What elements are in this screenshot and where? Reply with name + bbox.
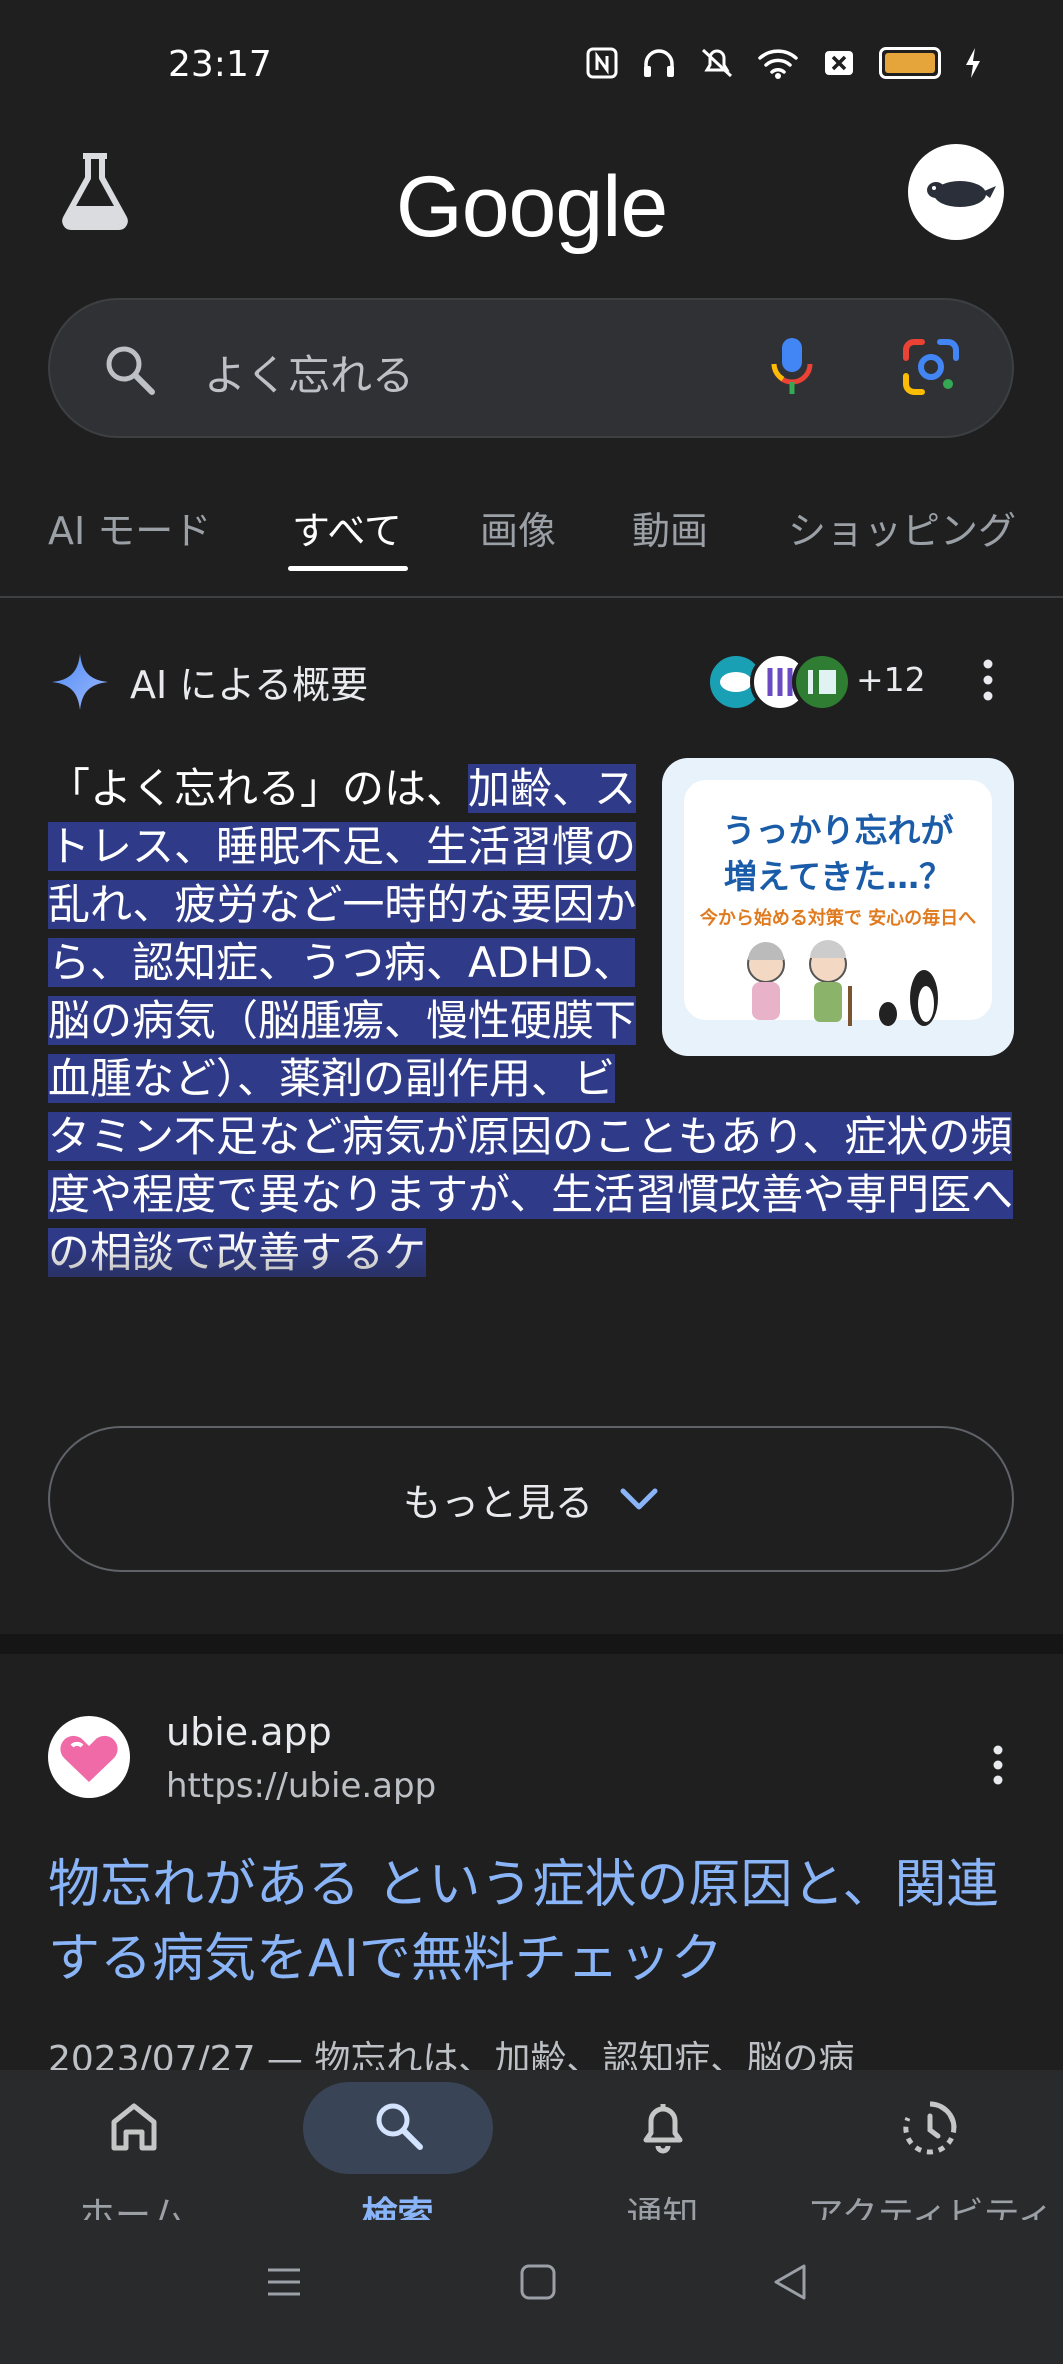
gemini-sparkle-icon: [52, 654, 108, 710]
thumbnail-spacer: [656, 760, 1028, 1060]
activity-icon: [903, 2101, 957, 2155]
nav-activity[interactable]: アクティビティ: [798, 2070, 1063, 2236]
more-vert-icon[interactable]: [976, 656, 1000, 704]
search-tabs: AI モード すべて 画像 動画 ショッピング: [0, 500, 1063, 598]
nav-home[interactable]: ホーム: [0, 2070, 265, 2236]
text-fade-overlay: [0, 1240, 1063, 1420]
tab-videos[interactable]: 動画: [632, 500, 708, 555]
account-avatar[interactable]: [908, 144, 1004, 240]
home-button-icon[interactable]: [518, 2262, 558, 2302]
back-icon[interactable]: [770, 2262, 810, 2302]
heart-icon: [60, 1735, 118, 1782]
ai-overview-text: 「よく忘れる」のは、加齢、ストレス、睡眠不足、生活習慣の乱れ、疲労など一時的な要…: [48, 760, 1028, 1282]
status-bar: 23:17: [0, 0, 1063, 130]
microphone-icon[interactable]: [764, 332, 820, 402]
google-logo: Google: [395, 159, 668, 255]
show-more-label: もっと見る: [402, 1480, 593, 1525]
result-site-name[interactable]: ubie.app: [166, 1710, 332, 1754]
search-icon: [106, 346, 155, 395]
result-url[interactable]: https://ubie.app: [166, 1766, 436, 1806]
status-time: 23:17: [168, 44, 272, 85]
tab-shopping[interactable]: ショッピング: [788, 500, 1016, 555]
source-favicons[interactable]: [704, 650, 854, 714]
active-tab-indicator: [288, 566, 408, 571]
google-lens-icon[interactable]: [900, 336, 962, 398]
nfc-icon: [586, 47, 618, 79]
result-title-link[interactable]: 物忘れがある という症状の原因と、関連する病気をAIで無料チェック: [48, 1848, 1038, 1996]
source-count[interactable]: +12: [856, 660, 926, 699]
recents-icon[interactable]: [264, 2262, 304, 2302]
bottom-navigation: ホーム 検索 通知 アクティビティ: [0, 2070, 1063, 2236]
search-icon: [376, 2103, 423, 2150]
sim-icon: [825, 51, 853, 75]
nav-search[interactable]: 検索: [265, 2070, 530, 2236]
home-icon: [111, 2103, 157, 2151]
headphones-icon: [644, 49, 674, 77]
avatar-image: [927, 181, 996, 207]
mute-icon: [701, 48, 733, 78]
battery-icon: [879, 47, 941, 79]
tab-all[interactable]: すべて: [292, 500, 402, 555]
nav-notifications[interactable]: 通知: [530, 2070, 795, 2236]
tab-ai-mode[interactable]: AI モード: [48, 500, 211, 555]
show-more-button[interactable]: もっと見る: [48, 1426, 1014, 1572]
search-bar[interactable]: [48, 298, 1014, 438]
section-divider: [0, 1634, 1063, 1654]
system-nav-bar: [0, 2220, 1063, 2364]
charging-icon: [966, 48, 980, 78]
ai-overview-title: AI による概要: [130, 663, 369, 707]
tab-images[interactable]: 画像: [480, 500, 556, 555]
search-input[interactable]: よく忘れる: [204, 342, 414, 403]
ai-text-plain: 「よく忘れる」のは、: [48, 764, 469, 813]
bell-icon: [643, 2104, 683, 2154]
chevron-down-icon: [620, 1488, 658, 1510]
result-favicon[interactable]: [48, 1716, 130, 1798]
more-vert-icon[interactable]: [990, 1744, 1006, 1786]
wifi-icon: [758, 49, 798, 79]
status-icons: [585, 46, 983, 80]
